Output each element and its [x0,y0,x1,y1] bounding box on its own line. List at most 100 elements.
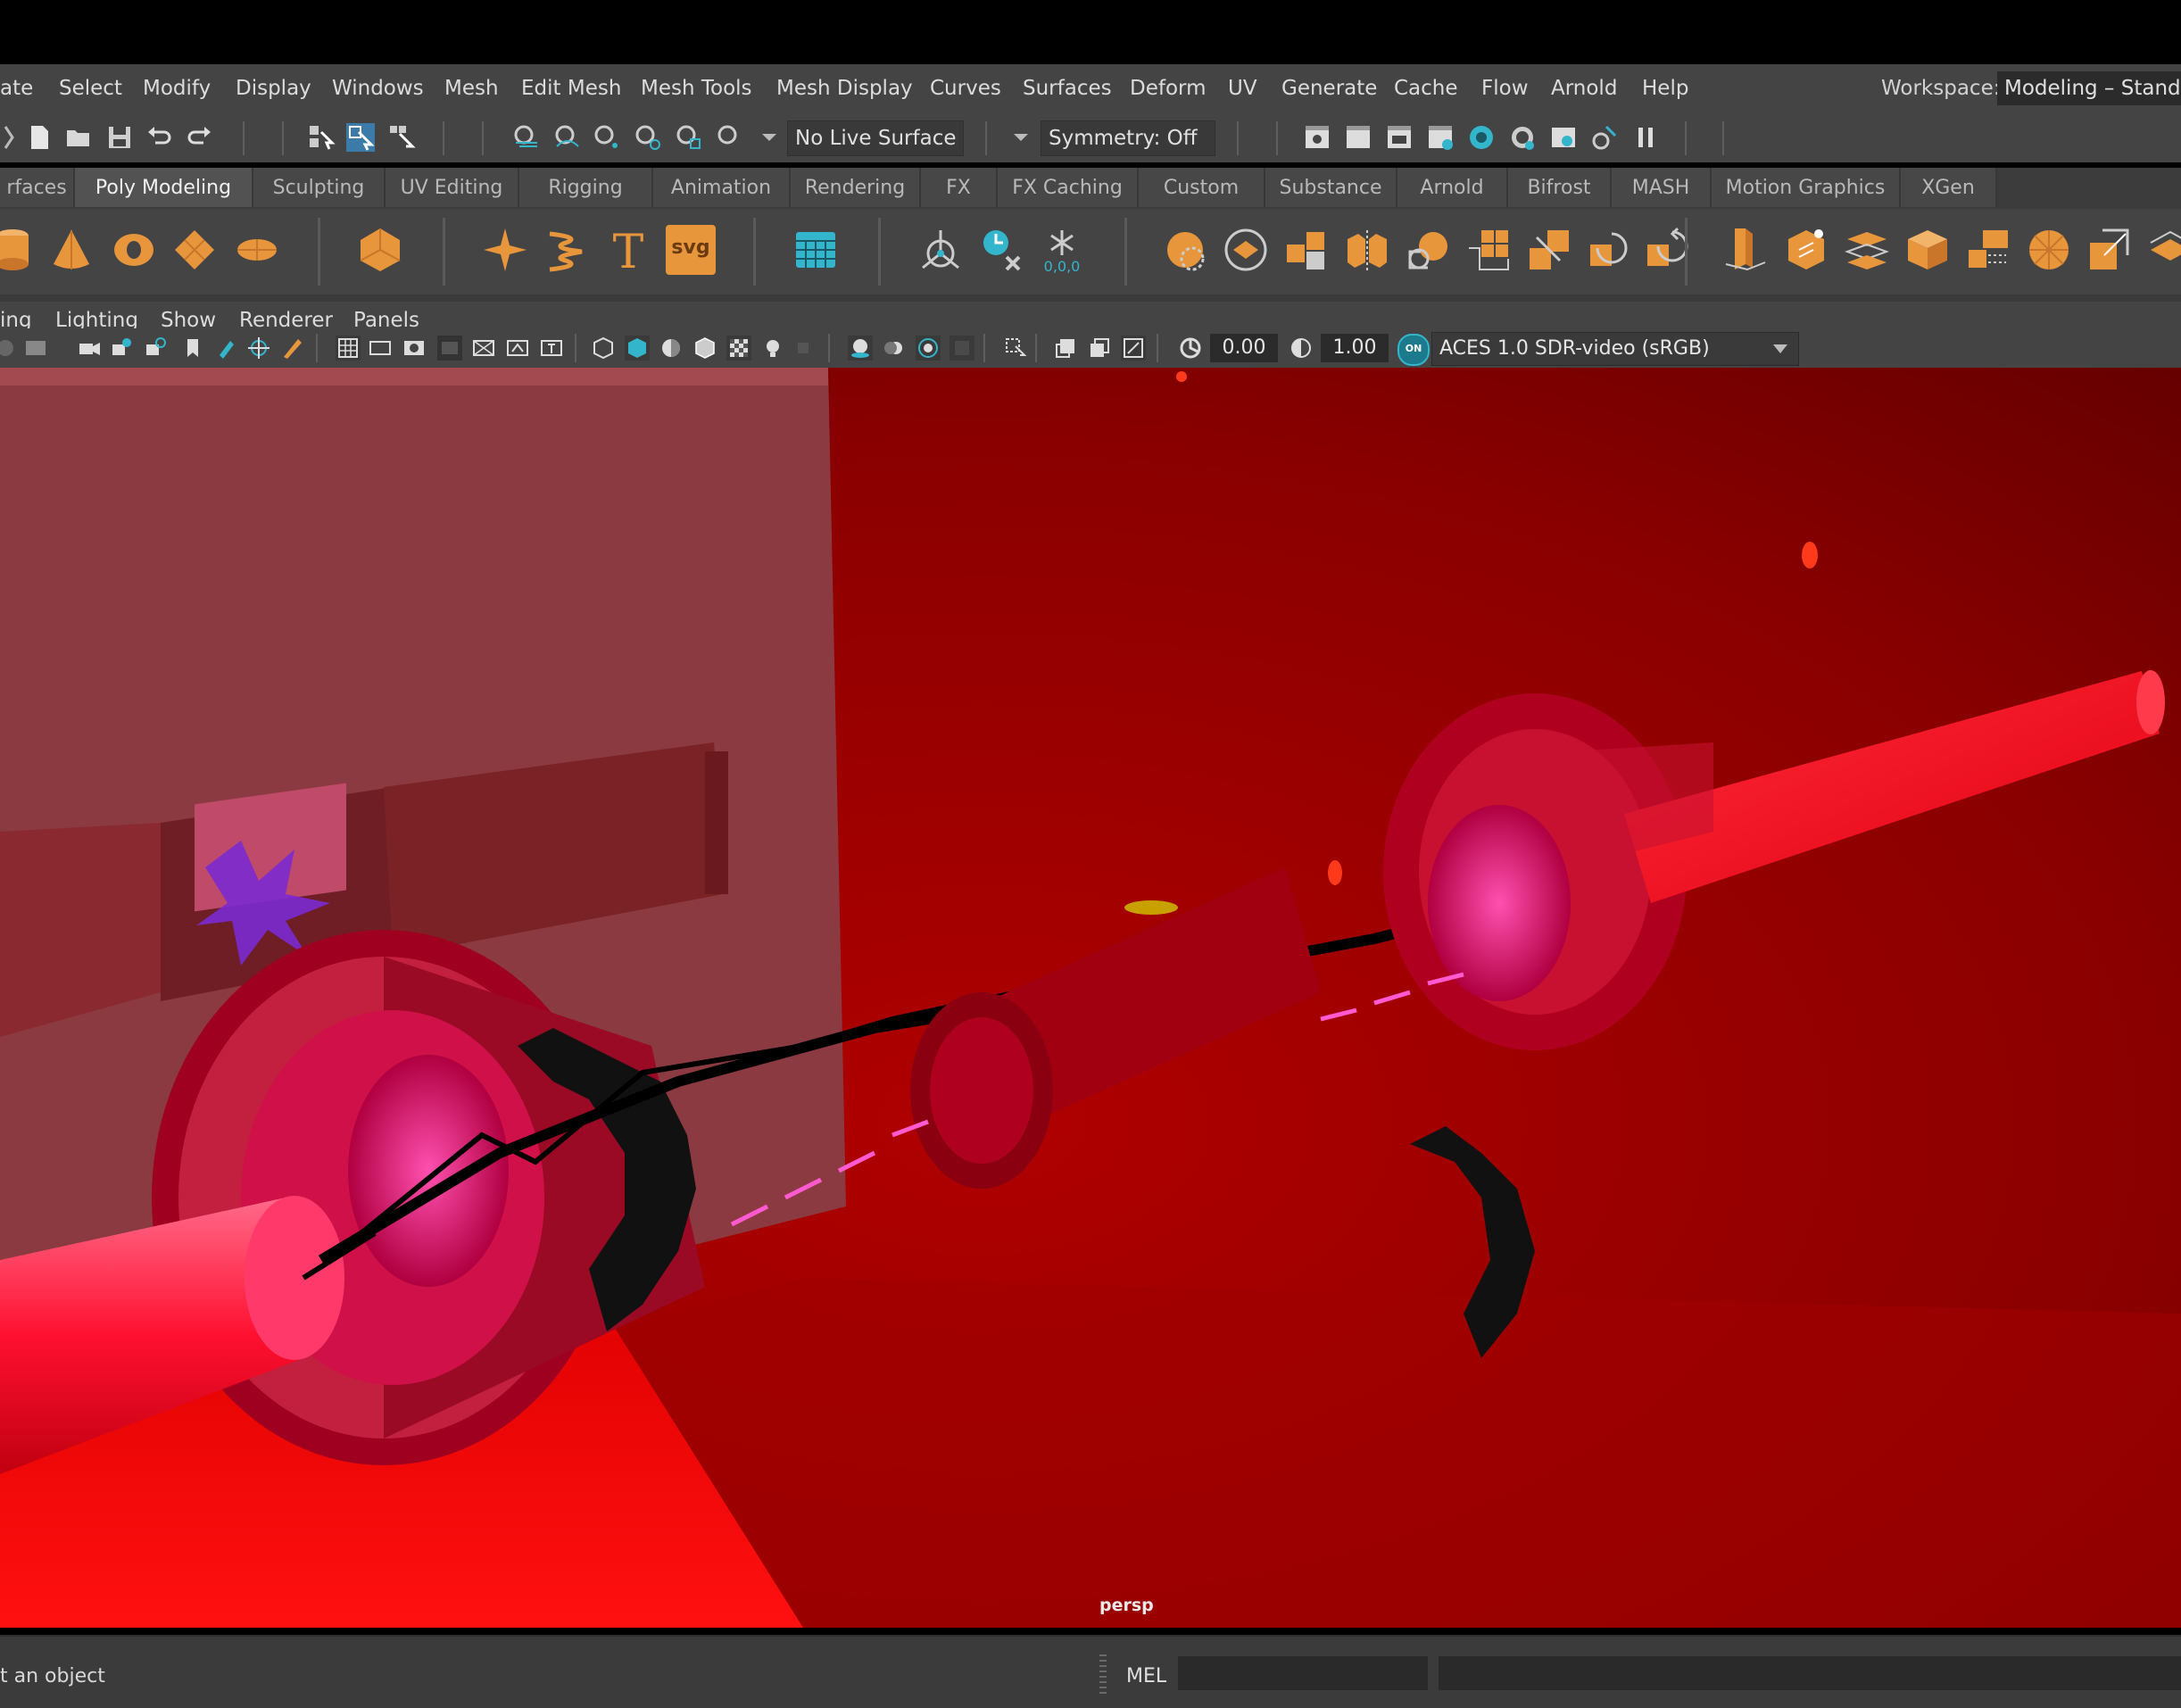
bookmark-icon[interactable] [180,336,205,361]
pause-viewport-icon[interactable] [1631,123,1660,152]
isolate-select-icon[interactable] [1003,336,1028,361]
tab-mash[interactable]: MASH [1612,168,1712,207]
connect-icon[interactable] [2145,225,2181,275]
poly-disc-icon[interactable] [232,225,282,275]
snap-options-dropdown-icon[interactable] [755,123,784,152]
tab-animation[interactable]: Animation [653,168,791,207]
light-editor-icon[interactable] [1549,123,1578,152]
tab-surfaces[interactable]: rfaces [0,168,75,207]
fill-hole-icon[interactable] [1963,225,2013,275]
snap-to-projected-center-icon[interactable] [634,123,662,152]
select-by-hierarchy-icon[interactable] [307,123,336,152]
resolution-gate-icon[interactable] [402,336,427,361]
ipr-render-icon[interactable] [1385,123,1414,152]
poly-cone-icon[interactable] [46,225,96,275]
script-language-toggle[interactable]: MEL [1126,1665,1166,1687]
screen-space-ao-icon[interactable] [848,336,873,361]
boolean-icon[interactable] [1403,225,1453,275]
tab-fx-caching[interactable]: FX Caching [998,168,1139,207]
mirror-icon[interactable] [1342,225,1392,275]
safe-title-icon[interactable] [539,336,564,361]
menu-mesh-display[interactable]: Mesh Display [776,77,913,100]
menu-windows[interactable]: Windows [332,77,424,100]
svg-tool-icon[interactable]: svg [666,225,716,275]
film-gate-icon[interactable] [368,336,393,361]
motion-blur-icon[interactable] [882,336,907,361]
menu-deform[interactable]: Deform [1130,77,1207,100]
bridge-icon[interactable] [1842,225,1892,275]
menu-edit-mesh[interactable]: Edit Mesh [521,77,621,100]
tab-xgen[interactable]: XGen [1901,168,1997,207]
field-chart-icon[interactable] [471,336,496,361]
menu-create[interactable]: ate [0,77,33,100]
smooth-icon[interactable] [1464,225,1513,275]
separate-icon[interactable] [1221,225,1271,275]
render-current-frame-icon[interactable] [1344,123,1372,152]
menu-mesh[interactable]: Mesh [444,77,499,100]
command-input-field[interactable] [1178,1656,1428,1690]
textured-icon[interactable] [726,336,751,361]
menu-arnold[interactable]: Arnold [1551,77,1617,100]
combine-icon[interactable] [1160,225,1210,275]
xray-joints-icon[interactable] [1121,336,1146,361]
platonic-solid-icon[interactable] [355,225,405,275]
type-tool-icon[interactable]: T [603,225,653,275]
menu-flow[interactable]: Flow [1481,77,1529,100]
menu-cache[interactable]: Cache [1394,77,1458,100]
hypershade-icon[interactable] [1467,123,1496,152]
save-scene-icon[interactable] [105,123,134,152]
menu-uv[interactable]: UV [1228,77,1257,100]
tab-rendering[interactable]: Rendering [791,168,921,207]
poly-plane-icon[interactable] [170,225,220,275]
menu-help[interactable]: Help [1642,77,1688,100]
exposure-icon[interactable] [1178,336,1203,361]
reduce-icon[interactable] [1524,225,1574,275]
grid-toggle-icon[interactable] [336,336,361,361]
bookmarks-icon[interactable] [109,336,134,361]
select-by-component-icon[interactable] [387,123,416,152]
symmetry-dropdown-icon[interactable] [1007,123,1035,152]
symmetry-field[interactable]: Symmetry: Off [1041,120,1215,156]
gamma-field[interactable]: 1.00 [1321,334,1389,362]
remesh-icon[interactable] [1585,225,1635,275]
super-shape-icon[interactable] [480,225,530,275]
select-by-object-icon[interactable] [346,123,375,152]
gate-mask-icon[interactable] [437,336,462,361]
wireframe-on-shaded-icon[interactable] [692,336,717,361]
tab-uv-editing[interactable]: UV Editing [386,168,519,207]
image-plane-icon[interactable] [23,336,48,361]
menu-select[interactable]: Select [59,77,122,100]
new-scene-icon[interactable] [25,123,54,152]
xray-active-components-icon[interactable] [1087,336,1112,361]
target-weld-icon[interactable] [2085,225,2135,275]
tab-arnold[interactable]: Arnold [1397,168,1508,207]
select-camera-icon[interactable] [0,336,18,361]
persp-viewport[interactable] [0,368,2181,1628]
poly-cylinder-icon[interactable] [0,225,37,275]
tab-custom[interactable]: Custom [1139,168,1265,207]
open-render-view-icon[interactable] [1303,123,1331,152]
undo-icon[interactable] [145,123,173,152]
view-transform-dropdown[interactable]: ACES 1.0 SDR-video (sRGB) [1431,332,1799,366]
color-management-toggle[interactable]: ON [1397,334,1430,366]
center-pivot-icon[interactable] [916,225,966,275]
freeze-transforms-icon[interactable]: 0,0,0 [1037,225,1087,275]
menu-mesh-tools[interactable]: Mesh Tools [641,77,752,100]
command-line-grip[interactable] [1099,1654,1107,1694]
multisample-aa-icon[interactable] [916,336,941,361]
tab-poly-modeling[interactable]: Poly Modeling [75,168,253,207]
wireframe-icon[interactable] [591,336,616,361]
extrude-icon[interactable] [1721,225,1771,275]
menu-generate[interactable]: Generate [1281,77,1377,100]
snap-to-points-icon[interactable] [593,123,621,152]
grease-pencil-icon[interactable] [214,336,239,361]
extract-icon[interactable] [1281,225,1331,275]
bevel-icon[interactable] [1781,225,1831,275]
render-settings-icon[interactable] [1426,123,1455,152]
live-surface-field[interactable]: No Live Surface [787,120,964,156]
multi-cut-icon[interactable] [2024,225,2074,275]
menu-surfaces[interactable]: Surfaces [1023,77,1112,100]
snap-to-view-planes-icon[interactable] [675,123,703,152]
append-to-polygon-icon[interactable] [1903,225,1953,275]
delete-history-icon[interactable] [976,225,1026,275]
